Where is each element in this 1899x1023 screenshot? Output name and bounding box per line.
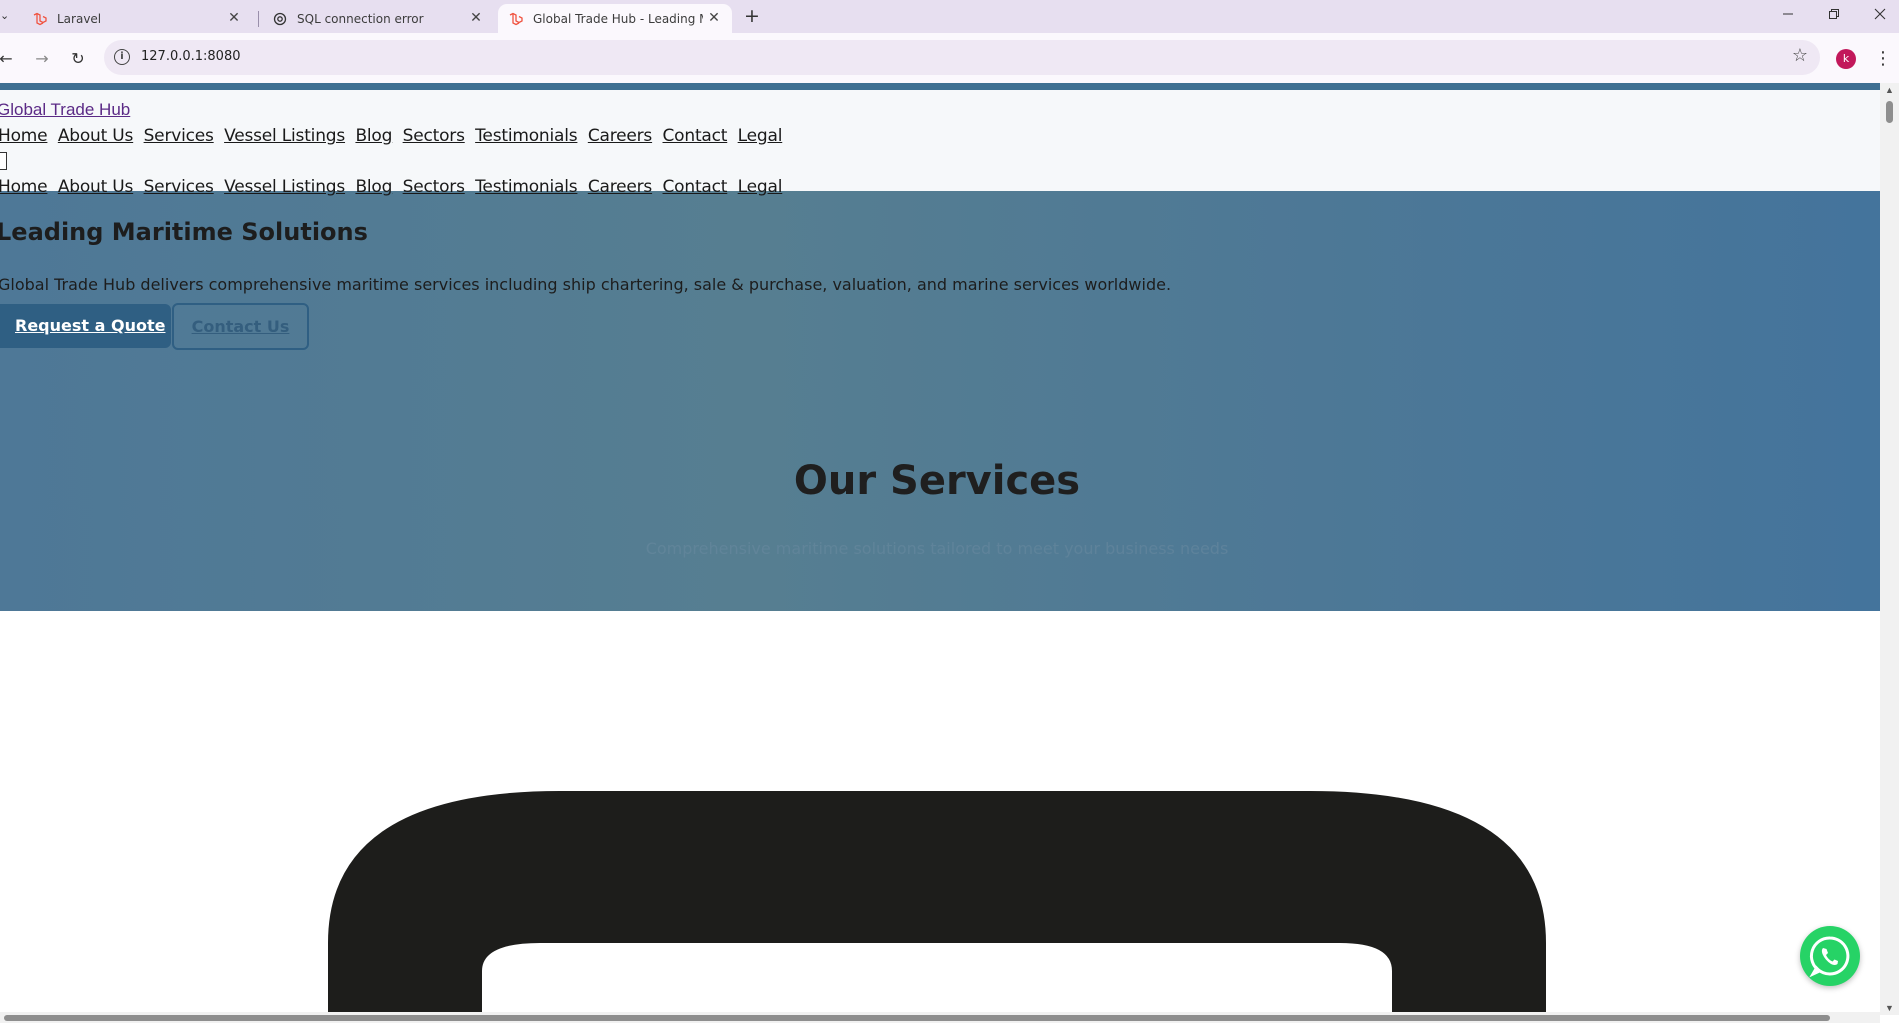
- minimize-window-button[interactable]: [1773, 4, 1803, 28]
- browser-toolbar: ← → ↻ i 127.0.0.1:8080 ☆ k ⋮: [0, 33, 1899, 83]
- address-bar[interactable]: i 127.0.0.1:8080 ☆: [104, 40, 1820, 75]
- contact-us-button[interactable]: Contact Us: [172, 303, 309, 350]
- site-info-icon[interactable]: i: [114, 49, 130, 65]
- profile-avatar[interactable]: k: [1836, 49, 1856, 69]
- tab-separator: [258, 11, 259, 27]
- close-tab-icon[interactable]: ✕: [226, 10, 242, 26]
- bookmark-star-icon[interactable]: ☆: [1792, 45, 1808, 66]
- nav-vessel-listings[interactable]: Vessel Listings: [224, 126, 345, 146]
- top-stripe: [0, 83, 1880, 90]
- horizontal-scroll-thumb[interactable]: [4, 1015, 1830, 1021]
- browser-tab-global-trade-hub[interactable]: Global Trade Hub - Leading Ma ✕: [498, 4, 732, 33]
- mobile-menu-toggle-button[interactable]: [0, 152, 7, 170]
- browser-tab-bar: ⌄ Laravel ✕ SQL connection error ✕ Globa…: [0, 0, 1899, 33]
- restore-window-button[interactable]: [1819, 4, 1849, 28]
- oversized-service-icon: [328, 791, 1546, 1015]
- horizontal-scrollbar[interactable]: [0, 1012, 1880, 1023]
- browser-menu-icon[interactable]: ⋮: [1874, 47, 1892, 71]
- nav-contact[interactable]: Contact: [663, 126, 728, 146]
- reload-icon[interactable]: ↻: [66, 47, 90, 71]
- close-tab-icon[interactable]: ✕: [468, 10, 484, 26]
- site-header: Global Trade Hub Home About Us Services …: [0, 90, 1880, 197]
- nav-careers[interactable]: Careers: [588, 126, 652, 146]
- page-viewport: Global Trade Hub Home About Us Services …: [0, 83, 1880, 1015]
- services-heading: Our Services: [793, 458, 1081, 504]
- laravel-icon: [32, 11, 48, 27]
- nav-about-us[interactable]: About Us: [58, 126, 134, 146]
- mobile-nav-contact[interactable]: Contact: [663, 177, 728, 197]
- tab-search-chevron-icon[interactable]: ⌄: [0, 6, 14, 26]
- vertical-scrollbar[interactable]: ▲ ▼: [1880, 83, 1899, 1015]
- close-window-button[interactable]: [1865, 4, 1895, 28]
- mobile-nav-testimonials[interactable]: Testimonials: [475, 177, 577, 197]
- mobile-nav: Home About Us Services Vessel Listings B…: [0, 177, 787, 197]
- mobile-nav-sectors[interactable]: Sectors: [403, 177, 465, 197]
- main-nav: Home About Us Services Vessel Listings B…: [0, 126, 787, 146]
- browser-tab-laravel[interactable]: Laravel ✕: [22, 4, 252, 33]
- whatsapp-icon: [1809, 936, 1850, 978]
- new-tab-button[interactable]: +: [741, 6, 763, 28]
- nav-services[interactable]: Services: [144, 126, 214, 146]
- url-text[interactable]: 127.0.0.1:8080: [141, 49, 241, 64]
- nav-home[interactable]: Home: [0, 126, 48, 146]
- tab-title: Global Trade Hub - Leading Ma: [533, 11, 703, 26]
- mobile-nav-home[interactable]: Home: [0, 177, 48, 197]
- nav-legal[interactable]: Legal: [738, 126, 783, 146]
- scroll-down-icon[interactable]: ▼: [1884, 1003, 1895, 1013]
- forward-arrow-icon[interactable]: →: [30, 47, 54, 71]
- mobile-nav-careers[interactable]: Careers: [588, 177, 652, 197]
- services-card: [0, 611, 1880, 1015]
- request-quote-button[interactable]: Request a Quote: [0, 304, 171, 348]
- browser-tab-sql-error[interactable]: SQL connection error ✕: [262, 4, 494, 33]
- mobile-nav-about-us[interactable]: About Us: [58, 177, 134, 197]
- openai-icon: [272, 11, 288, 27]
- mobile-nav-services[interactable]: Services: [144, 177, 214, 197]
- mobile-nav-blog[interactable]: Blog: [355, 177, 392, 197]
- hero-title: Leading Maritime Solutions: [0, 218, 368, 246]
- tab-title: Laravel: [57, 11, 102, 26]
- whatsapp-chat-button[interactable]: [1800, 926, 1860, 986]
- brand-link[interactable]: Global Trade Hub: [0, 100, 130, 120]
- nav-blog[interactable]: Blog: [355, 126, 392, 146]
- scroll-up-icon[interactable]: ▲: [1884, 85, 1895, 95]
- nav-testimonials[interactable]: Testimonials: [475, 126, 577, 146]
- close-tab-icon[interactable]: ✕: [706, 10, 722, 26]
- vertical-scroll-thumb[interactable]: [1886, 101, 1893, 123]
- services-subtitle: Comprehensive maritime solutions tailore…: [645, 539, 1229, 558]
- mobile-nav-vessel-listings[interactable]: Vessel Listings: [224, 177, 345, 197]
- back-arrow-icon[interactable]: ←: [0, 47, 18, 71]
- hero-description: Global Trade Hub delivers comprehensive …: [0, 275, 1172, 294]
- nav-sectors[interactable]: Sectors: [403, 126, 465, 146]
- tab-title: SQL connection error: [297, 11, 424, 26]
- laravel-icon: [508, 11, 524, 27]
- mobile-nav-legal[interactable]: Legal: [738, 177, 783, 197]
- hero-section: Global Trade Hub Home About Us Services …: [0, 83, 1880, 611]
